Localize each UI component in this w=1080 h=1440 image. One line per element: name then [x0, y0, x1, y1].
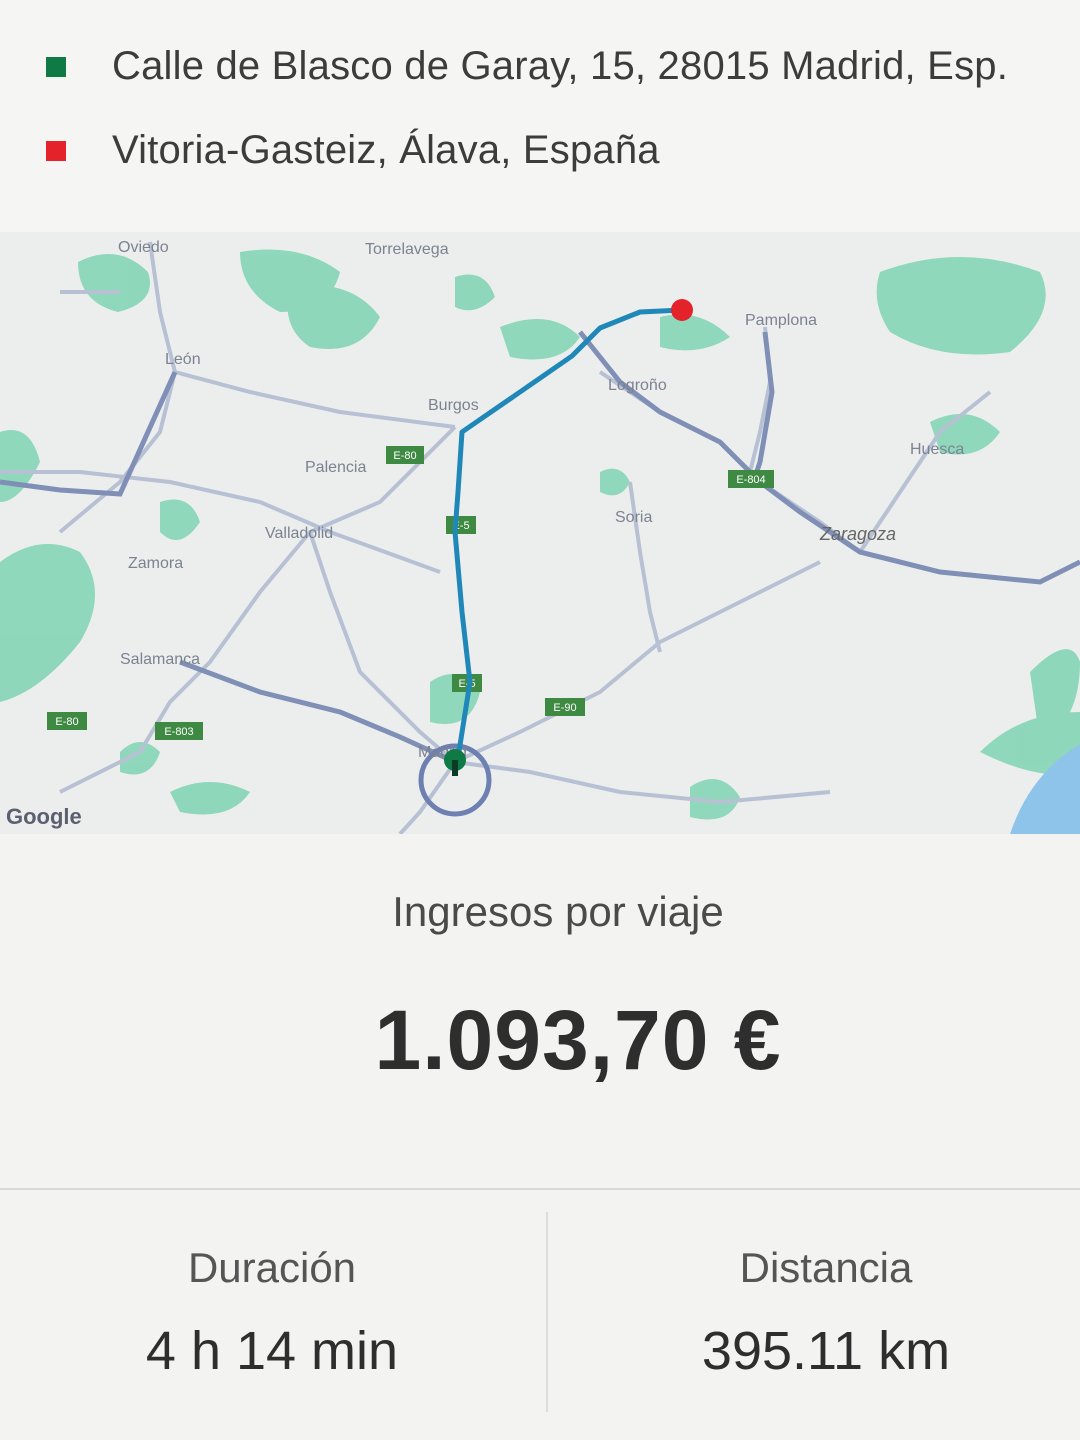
dropoff-stop: Vitoria-Gasteiz, Álava, España: [46, 128, 660, 173]
map-label: Valladolid: [265, 525, 333, 542]
map-label: Pamplona: [745, 312, 817, 329]
road-badge: E-80: [55, 716, 78, 728]
road-badge: E-804: [736, 474, 765, 486]
destination-pin-icon[interactable]: [671, 299, 693, 321]
map-label: Oviedo: [118, 239, 169, 256]
map-label: Salamanca: [120, 651, 200, 668]
map-label: Zamora: [128, 555, 183, 572]
road-badge: E-80: [393, 450, 416, 462]
distance-value: 395.11 km: [701, 1321, 951, 1381]
origin-pin-stem: [452, 760, 458, 776]
map-label: Zaragoza: [819, 524, 896, 544]
earnings-value: 1.093,70 €: [374, 993, 782, 1087]
distance-label: Distancia: [739, 1244, 913, 1291]
map-label: Palencia: [305, 459, 366, 476]
road-badge: E-90: [553, 702, 576, 714]
map-label: Burgos: [428, 397, 479, 414]
trip-stops: Calle de Blasco de Garay, 15, 28015 Madr…: [0, 0, 1080, 232]
map-label: Logroño: [608, 377, 667, 394]
earnings-label: Ingresos por viaje: [392, 888, 724, 935]
map-canvas[interactable]: Oviedo Torrelavega León Burgos Logroño P…: [0, 232, 1080, 834]
duration-value: 4 h 14 min: [145, 1321, 399, 1381]
vertical-divider: [546, 1212, 548, 1412]
map-label: Torrelavega: [365, 241, 449, 258]
pickup-address: Calle de Blasco de Garay, 15, 28015 Madr…: [112, 44, 1009, 88]
duration-label: Duración: [187, 1244, 357, 1291]
google-logo: Google: [6, 804, 82, 829]
map-label: Soria: [615, 509, 652, 526]
horizontal-divider: [0, 1188, 1080, 1190]
dropoff-marker-icon: [46, 140, 66, 161]
pickup-marker-icon: [46, 56, 66, 77]
pickup-stop: Calle de Blasco de Garay, 15, 28015 Madr…: [46, 44, 1008, 89]
road-badge: E-803: [164, 726, 193, 738]
route-map[interactable]: Oviedo Torrelavega León Burgos Logroño P…: [0, 232, 1080, 834]
map-label: León: [165, 351, 201, 368]
map-label: Huesca: [910, 441, 964, 458]
dropoff-address: Vitoria-Gasteiz, Álava, España: [112, 128, 660, 172]
